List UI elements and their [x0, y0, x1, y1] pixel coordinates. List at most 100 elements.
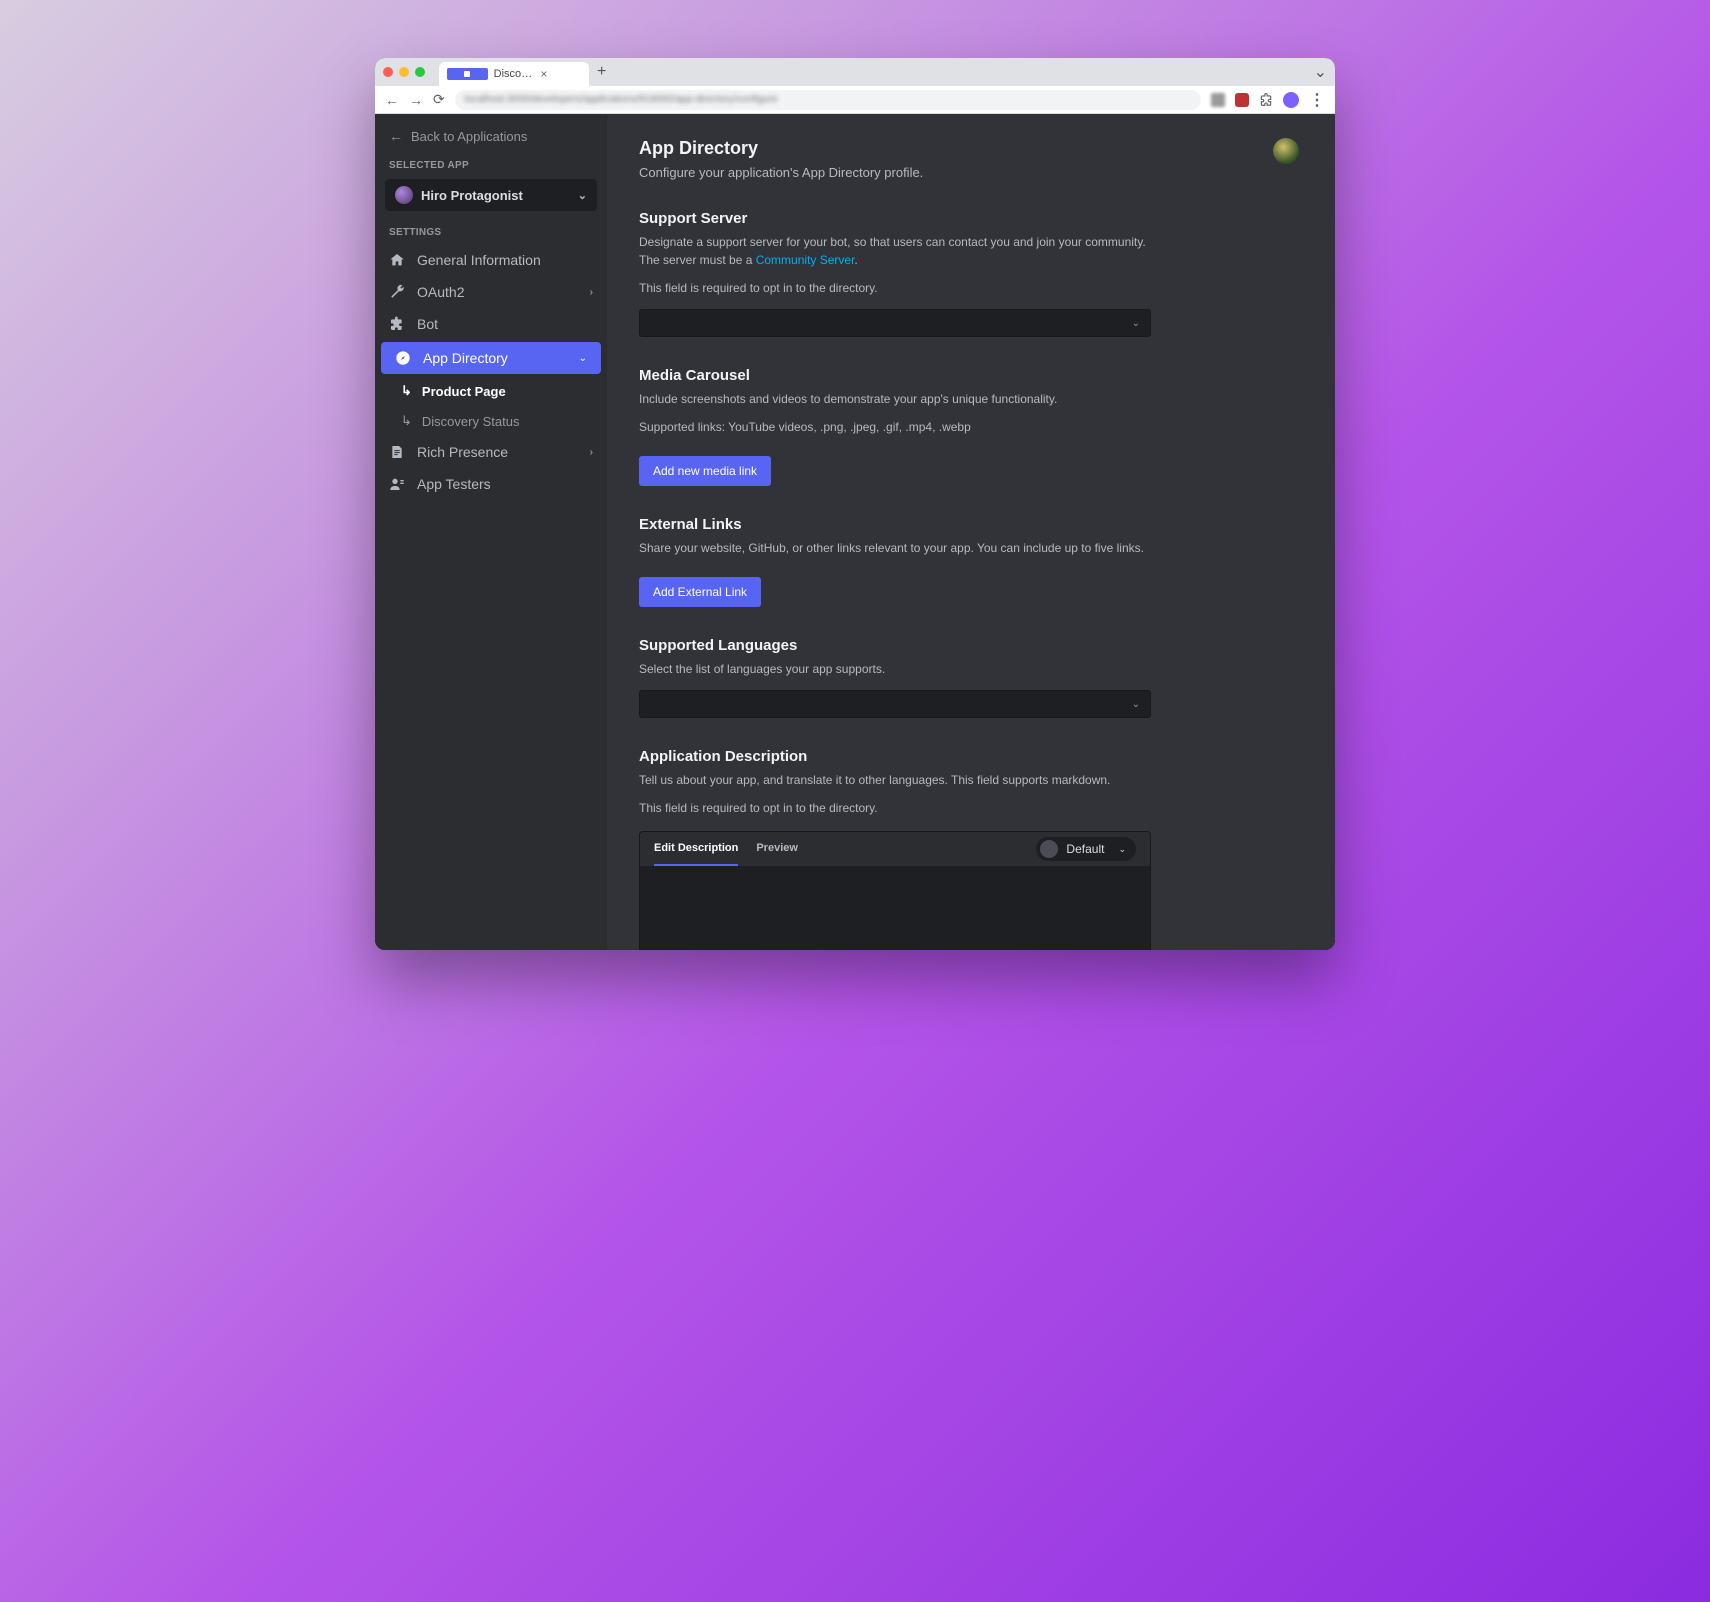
selected-app-heading: Selected App	[375, 154, 607, 177]
minimize-window-icon[interactable]	[399, 67, 409, 77]
extensions-menu-icon[interactable]	[1259, 93, 1273, 107]
sidebar-item-rich-presence[interactable]: Rich Presence ›	[375, 436, 607, 468]
sidebar-item-label: General Information	[417, 252, 541, 268]
chevron-down-icon: ⌄	[1118, 844, 1126, 855]
sidebar-item-app-testers[interactable]: App Testers	[375, 468, 607, 500]
profile-avatar-icon[interactable]	[1283, 92, 1299, 108]
subitem-arrow-icon: ↳	[401, 413, 412, 429]
section-heading: Supported Languages	[639, 637, 1151, 654]
document-icon	[389, 444, 405, 460]
sidebar-item-oauth2[interactable]: OAuth2 ›	[375, 276, 607, 308]
browser-toolbar: ← → ⟳ localhost:3000/developers/applicat…	[375, 86, 1335, 114]
chevron-down-icon: ⌄	[1132, 318, 1140, 329]
sidebar-item-label: Discovery Status	[422, 414, 520, 429]
person-icon	[389, 476, 405, 492]
page-title: App Directory	[639, 138, 923, 159]
back-label: Back to Applications	[411, 129, 527, 144]
required-note: This field is required to opt in to the …	[639, 799, 1151, 817]
arrow-left-icon: ←	[389, 128, 403, 144]
chevron-right-icon: ›	[590, 447, 593, 458]
tab-title: Discord Developer Portal — My…	[494, 68, 535, 80]
sidebar-item-label: Rich Presence	[417, 444, 508, 460]
extension-icon[interactable]	[1235, 93, 1249, 107]
globe-icon	[1040, 840, 1058, 858]
chevron-down-icon: ⌄	[579, 353, 587, 364]
add-external-link-button[interactable]: Add External Link	[639, 577, 761, 607]
subitem-arrow-icon: ↳	[401, 383, 412, 399]
tabstrip: Discord Developer Portal — My… × + ⌄	[375, 58, 1335, 86]
sidebar-item-label: Bot	[417, 316, 438, 332]
close-window-icon[interactable]	[383, 67, 393, 77]
house-icon	[389, 252, 405, 268]
chevron-right-icon: ›	[590, 287, 593, 298]
section-description: Include screenshots and videos to demons…	[639, 390, 1151, 408]
app-avatar-icon	[395, 186, 413, 204]
selected-app-picker[interactable]: Hiro Protagonist ⌄	[385, 179, 597, 211]
description-language-picker[interactable]: Default ⌄	[1036, 837, 1136, 861]
supported-links-note: Supported links: YouTube videos, .png, .…	[639, 418, 1151, 436]
section-heading: Application Description	[639, 748, 1151, 765]
sidebar-item-label: Product Page	[422, 384, 506, 399]
puzzle-icon	[389, 316, 405, 332]
section-description: Tell us about your app, and translate it…	[639, 771, 1151, 789]
settings-nav: General Information OAuth2 › Bot	[375, 244, 607, 510]
chevron-down-icon: ⌄	[578, 189, 587, 202]
extension-icon[interactable]	[1211, 93, 1225, 107]
back-to-applications-link[interactable]: ← Back to Applications	[375, 114, 607, 154]
new-tab-button[interactable]: +	[597, 63, 606, 81]
media-carousel-section: Media Carousel Include screenshots and v…	[639, 367, 1151, 486]
support-server-section: Support Server Designate a support serve…	[639, 210, 1151, 337]
section-description: Select the list of languages your app su…	[639, 660, 1151, 678]
sidebar-item-label: OAuth2	[417, 284, 464, 300]
tabs-dropdown-icon[interactable]: ⌄	[1314, 62, 1327, 82]
url-text: localhost:3000/developers/applications/9…	[465, 94, 778, 105]
section-heading: Media Carousel	[639, 367, 1151, 384]
section-description: Share your website, GitHub, or other lin…	[639, 539, 1151, 557]
user-avatar[interactable]	[1273, 138, 1299, 164]
supported-languages-section: Supported Languages Select the list of l…	[639, 637, 1151, 718]
discord-favicon-icon	[447, 68, 488, 80]
description-tabs: Edit Description Preview Default ⌄	[640, 832, 1150, 866]
page-subtitle: Configure your application's App Directo…	[639, 165, 923, 180]
add-media-link-button[interactable]: Add new media link	[639, 456, 771, 486]
wrench-icon	[389, 284, 405, 300]
browser-tab[interactable]: Discord Developer Portal — My… ×	[439, 62, 589, 86]
page-header: App Directory Configure your application…	[639, 138, 1299, 180]
tab-preview[interactable]: Preview	[756, 832, 798, 866]
close-tab-icon[interactable]: ×	[540, 67, 581, 81]
kebab-menu-icon[interactable]: ⋮	[1309, 90, 1325, 110]
selected-language: Default	[1066, 842, 1104, 856]
external-links-section: External Links Share your website, GitHu…	[639, 516, 1151, 607]
section-heading: Support Server	[639, 210, 1151, 227]
settings-heading: Settings	[375, 221, 607, 244]
sidebar-item-general-information[interactable]: General Information	[375, 244, 607, 276]
url-bar[interactable]: localhost:3000/developers/applications/9…	[455, 90, 1201, 110]
description-textarea[interactable]	[640, 866, 1150, 950]
forward-icon[interactable]: →	[409, 92, 423, 108]
reload-icon[interactable]: ⟳	[433, 91, 445, 108]
required-note: This field is required to opt in to the …	[639, 279, 1151, 297]
selected-app-name: Hiro Protagonist	[421, 188, 523, 203]
section-heading: External Links	[639, 516, 1151, 533]
application-description-section: Application Description Tell us about yo…	[639, 748, 1151, 950]
community-server-link[interactable]: Community Server	[756, 253, 855, 267]
section-description: Designate a support server for your bot,…	[639, 233, 1151, 269]
chevron-down-icon: ⌄	[1132, 699, 1140, 710]
main-content: App Directory Configure your application…	[607, 114, 1335, 950]
compass-icon	[395, 350, 411, 366]
back-icon[interactable]: ←	[385, 92, 399, 108]
browser-window: Discord Developer Portal — My… × + ⌄ ← →…	[375, 58, 1335, 950]
sidebar-subitem-product-page[interactable]: ↳ Product Page	[375, 376, 607, 406]
supported-languages-select[interactable]: ⌄	[639, 690, 1151, 718]
window-controls	[383, 67, 425, 77]
zoom-window-icon[interactable]	[415, 67, 425, 77]
sidebar-item-bot[interactable]: Bot	[375, 308, 607, 340]
tab-edit-description[interactable]: Edit Description	[654, 832, 738, 866]
sidebar: ← Back to Applications Selected App Hiro…	[375, 114, 607, 950]
sidebar-item-app-directory[interactable]: App Directory ⌄	[381, 342, 601, 374]
sidebar-item-label: App Directory	[423, 350, 508, 366]
description-editor: Edit Description Preview Default ⌄	[639, 831, 1151, 950]
support-server-select[interactable]: ⌄	[639, 309, 1151, 337]
discord-dev-portal: ← Back to Applications Selected App Hiro…	[375, 114, 1335, 950]
sidebar-subitem-discovery-status[interactable]: ↳ Discovery Status	[375, 406, 607, 436]
